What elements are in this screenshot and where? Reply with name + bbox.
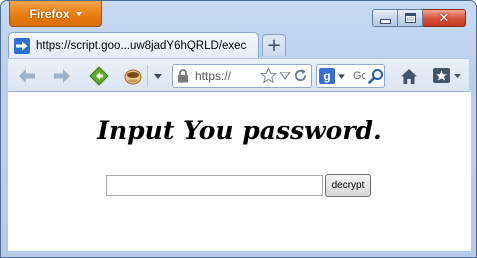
navigation-toolbar: https://script.google.com/macros/s/uw8ja… — [8, 58, 469, 92]
chevron-down-icon — [154, 73, 162, 79]
new-tab-button[interactable]: + — [262, 34, 286, 56]
window-controls: ✕ — [372, 9, 466, 27]
tab-title: https://script.goo...uw8jadY6hQRLD/exec — [36, 40, 247, 52]
star-icon[interactable] — [260, 67, 277, 84]
close-icon: ✕ — [438, 10, 450, 26]
password-input[interactable] — [106, 175, 323, 196]
toolbar-separator — [147, 65, 148, 87]
minimize-icon — [379, 18, 391, 24]
addon-green-icon — [89, 66, 109, 86]
url-text: https://script.google.com/macros/s/uw8ja… — [195, 69, 231, 83]
firefox-menu-button[interactable]: Firefox — [9, 1, 102, 27]
back-arrow-icon — [19, 69, 35, 83]
search-placeholder: Google — [353, 70, 365, 82]
reload-icon[interactable] — [293, 68, 308, 83]
addon-coffee-icon — [124, 69, 142, 85]
close-window-button[interactable]: ✕ — [423, 9, 466, 27]
minimize-button[interactable] — [372, 9, 398, 27]
page-title: Input You password. — [97, 116, 382, 145]
maximize-button[interactable] — [398, 9, 423, 27]
search-bar[interactable]: g Google — [316, 64, 385, 88]
url-bar[interactable]: https://script.google.com/macros/s/uw8ja… — [172, 64, 312, 88]
tab-active[interactable]: https://script.goo...uw8jadY6hQRLD/exec — [8, 32, 259, 59]
page-arrow-icon — [14, 38, 30, 54]
addon-dropdown-button[interactable] — [151, 66, 165, 86]
addon-button-coffee[interactable] — [122, 65, 144, 87]
maximize-icon — [404, 13, 416, 23]
lock-icon — [178, 69, 188, 83]
forward-button[interactable] — [52, 66, 72, 86]
back-button[interactable] — [17, 66, 37, 86]
chevron-down-icon[interactable] — [338, 73, 345, 79]
url-bar-actions — [260, 67, 308, 84]
forward-arrow-icon — [54, 69, 70, 83]
bookmarks-icon — [433, 68, 461, 83]
page-content: Input You password. decrypt — [8, 92, 471, 251]
firefox-menu-label: Firefox — [29, 6, 70, 21]
search-magnifier-icon[interactable] — [368, 68, 384, 84]
decrypt-button[interactable]: decrypt — [325, 174, 371, 197]
plus-icon: + — [266, 34, 282, 56]
home-icon — [401, 68, 417, 84]
bookmarks-menu-button[interactable] — [432, 65, 462, 87]
google-engine-icon[interactable]: g — [319, 68, 335, 84]
browser-window: Firefox ✕ https://script.goo...uw8jadY6h… — [0, 0, 477, 258]
chevron-down-icon — [75, 12, 82, 16]
addon-button-green[interactable] — [88, 65, 110, 87]
history-dropdown-icon[interactable] — [280, 71, 290, 80]
home-button[interactable] — [398, 65, 420, 87]
